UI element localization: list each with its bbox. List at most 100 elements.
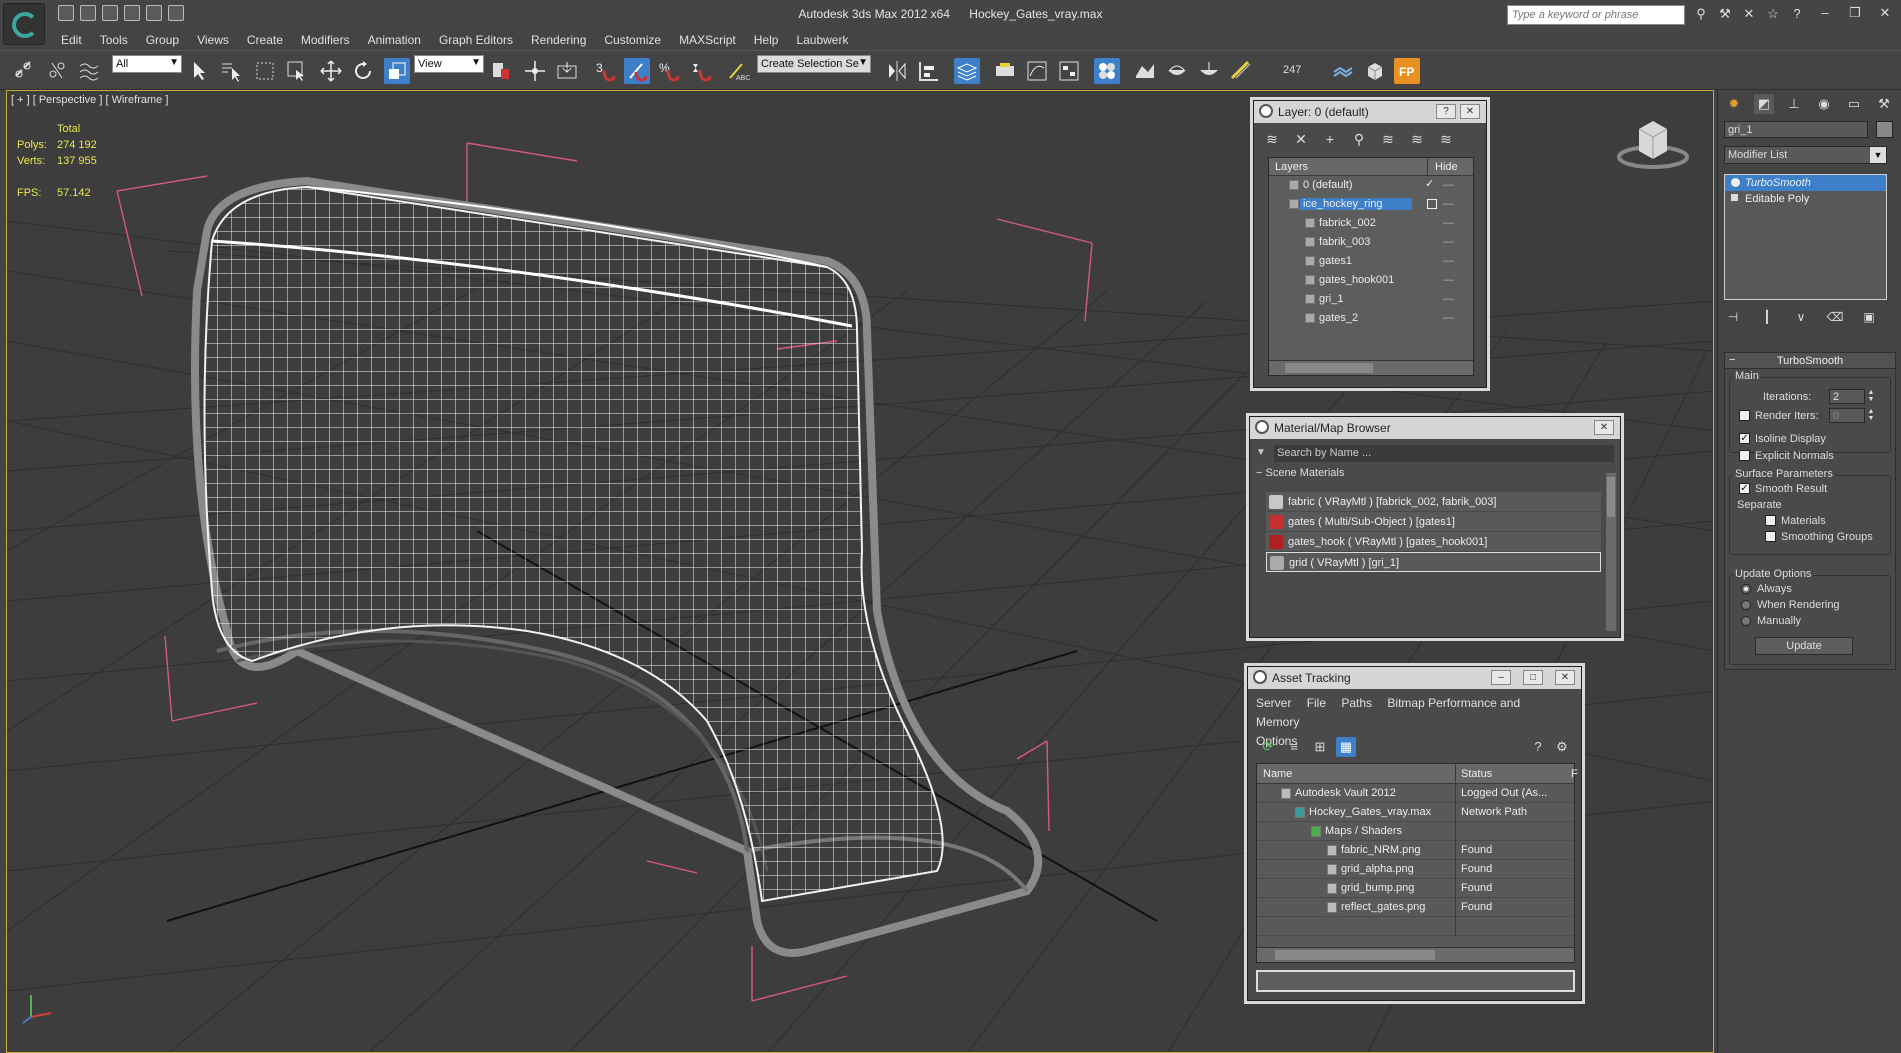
create-tab-icon[interactable]: ✹	[1724, 94, 1744, 114]
list-view-icon[interactable]: ≡	[1284, 737, 1304, 757]
menu-server[interactable]: Server	[1256, 696, 1291, 710]
vray-frame-buffer-icon[interactable]	[1330, 58, 1356, 84]
material-item[interactable]: grid ( VRayMtl ) [gri_1]	[1266, 552, 1601, 572]
selection-filter-dropdown[interactable]: All ▼	[112, 55, 182, 73]
edit-named-selection-icon[interactable]: ABC	[724, 58, 750, 84]
hide-toggle[interactable]: —	[1443, 255, 1454, 267]
hide-toggle[interactable]: —	[1443, 217, 1454, 229]
layer-row[interactable]: gri_1 —	[1269, 290, 1473, 309]
material-item[interactable]: gates ( Multi/Sub-Object ) [gates1]	[1266, 512, 1601, 532]
material-browser-titlebar[interactable]: Material/Map Browser ✕	[1250, 417, 1620, 439]
app-logo-button[interactable]	[3, 3, 45, 45]
align-icon[interactable]	[916, 58, 942, 84]
layer-horizontal-scrollbar[interactable]	[1269, 360, 1473, 375]
communication-icon[interactable]: ✕	[1741, 6, 1757, 22]
materials-checkbox[interactable]	[1765, 515, 1776, 526]
favorites-star-icon[interactable]: ☆	[1765, 6, 1781, 22]
make-unique-icon[interactable]: ∨	[1792, 308, 1810, 326]
rotate-icon[interactable]	[350, 58, 376, 84]
select-by-name-icon[interactable]	[218, 58, 244, 84]
menu-help[interactable]: Help	[745, 30, 788, 50]
create-layer-icon[interactable]: ≋	[1262, 129, 1282, 149]
hide-all-layers-icon[interactable]: ≋	[1407, 129, 1427, 149]
spinner-arrows-icon[interactable]: ▲ ▼	[1867, 389, 1875, 404]
menu-create[interactable]: Create	[238, 30, 292, 50]
viewport-label[interactable]: [ + ] [ Perspective ] [ Wireframe ]	[11, 94, 168, 106]
menu-tools[interactable]: Tools	[91, 30, 137, 50]
scale-icon[interactable]	[384, 58, 410, 84]
box-icon[interactable]	[1362, 58, 1388, 84]
menu-animation[interactable]: Animation	[359, 30, 430, 50]
menu-file[interactable]: File	[1307, 696, 1326, 710]
layer-row[interactable]: gates1 —	[1269, 252, 1473, 271]
stack-item-editable-poly[interactable]: Editable Poly	[1725, 191, 1886, 207]
layer-row[interactable]: fabrik_003 —	[1269, 233, 1473, 252]
asset-path-field[interactable]	[1256, 970, 1575, 992]
iterations-spinner[interactable]: 2	[1829, 389, 1865, 404]
show-end-result-icon[interactable]: ┃	[1758, 308, 1776, 326]
smoothing-groups-checkbox[interactable]	[1765, 531, 1776, 542]
spinner-arrows-icon[interactable]: ▲ ▼	[1867, 408, 1875, 423]
pin-stack-icon[interactable]: ⊣	[1724, 308, 1742, 326]
asset-row[interactable]: Maps / Shaders	[1257, 822, 1574, 841]
move-icon[interactable]	[318, 58, 344, 84]
select-manipulate-icon[interactable]	[522, 58, 548, 84]
remove-modifier-icon[interactable]: ⌫	[1826, 308, 1844, 326]
lightbulb-icon[interactable]	[1731, 178, 1740, 187]
unlink-icon[interactable]	[44, 58, 70, 84]
filter-icon[interactable]: ▼	[1256, 447, 1270, 459]
subscription-icon[interactable]: ⚒	[1717, 6, 1733, 22]
current-layer-box[interactable]	[1427, 199, 1437, 209]
graphite-ribbon-icon[interactable]	[992, 58, 1018, 84]
asset-row[interactable]: grid_bump.png Found	[1257, 879, 1574, 898]
minimize-icon[interactable]: –	[1817, 5, 1833, 21]
configure-modifier-sets-icon[interactable]: ▣	[1860, 308, 1878, 326]
material-item[interactable]: fabric ( VRayMtl ) [fabrick_002, fabrik_…	[1266, 492, 1601, 512]
pivot-center-icon[interactable]	[488, 58, 514, 84]
close-icon[interactable]: ✕	[1877, 5, 1893, 21]
reference-coordinate-dropdown[interactable]: View ▼	[414, 55, 484, 73]
bind-spacewarp-icon[interactable]	[76, 58, 102, 84]
checkmark-icon[interactable]: ✓	[1425, 177, 1434, 190]
render-iters-spinner[interactable]: 0	[1829, 408, 1865, 423]
explicit-normals-checkbox[interactable]	[1739, 450, 1750, 461]
angle-snap-icon[interactable]	[624, 58, 650, 84]
display-tab-icon[interactable]: ▭	[1844, 94, 1864, 114]
named-selection-set-dropdown[interactable]: Create Selection Se ▼	[757, 55, 871, 73]
scene-materials-section[interactable]: − Scene Materials	[1256, 467, 1344, 479]
render-production-icon[interactable]	[1196, 58, 1222, 84]
menu-bitmap-performance[interactable]: Bitmap Performance and Memory	[1256, 696, 1520, 729]
mirror-icon[interactable]	[884, 58, 910, 84]
manually-radio[interactable]	[1741, 616, 1751, 626]
hide-column-header[interactable]: Hide	[1435, 161, 1458, 173]
menu-customize[interactable]: Customize	[595, 30, 670, 50]
rendered-frame-window-icon[interactable]	[1164, 58, 1190, 84]
layer-dialog-titlebar[interactable]: Layer: 0 (default) ? ✕	[1254, 101, 1486, 123]
options-icon[interactable]: ⚙	[1552, 737, 1572, 757]
help-icon[interactable]: ?	[1789, 6, 1805, 22]
object-color-swatch[interactable]	[1876, 121, 1893, 138]
select-object-icon[interactable]	[186, 58, 212, 84]
help-button[interactable]: ?	[1436, 104, 1456, 119]
layer-row[interactable]: ice_hockey_ring —	[1269, 195, 1473, 214]
viewcube-icon[interactable]	[1617, 113, 1689, 173]
motion-tab-icon[interactable]: ◉	[1814, 94, 1834, 114]
material-search-input[interactable]: Search by Name ...	[1274, 445, 1614, 462]
add-to-layer-icon[interactable]: +	[1320, 129, 1340, 149]
rollout-header[interactable]: − TurboSmooth	[1725, 353, 1895, 369]
when-rendering-radio[interactable]	[1741, 600, 1751, 610]
snaps-toggle-icon[interactable]: 3	[592, 58, 618, 84]
material-editor-icon[interactable]	[1094, 58, 1120, 84]
modifier-list-dropdown[interactable]: Modifier List ▼	[1724, 146, 1887, 164]
refresh-icon[interactable]: ⟳	[1258, 737, 1278, 757]
layer-row[interactable]: 0 (default) ✓ —	[1269, 176, 1473, 195]
help-icon[interactable]: ?	[1528, 737, 1548, 757]
render-setup-icon[interactable]	[1132, 58, 1158, 84]
highlight-layer-icon[interactable]: ≋	[1378, 129, 1398, 149]
keyword-search-input[interactable]: Type a keyword or phrase	[1507, 5, 1685, 25]
table-view-icon[interactable]: ▦	[1336, 737, 1356, 757]
spinner-snap-icon[interactable]	[688, 58, 714, 84]
menu-laubwerk[interactable]: Laubwerk	[787, 30, 857, 50]
close-button[interactable]: ✕	[1555, 670, 1575, 685]
modify-tab-icon[interactable]: ◩	[1754, 94, 1774, 114]
